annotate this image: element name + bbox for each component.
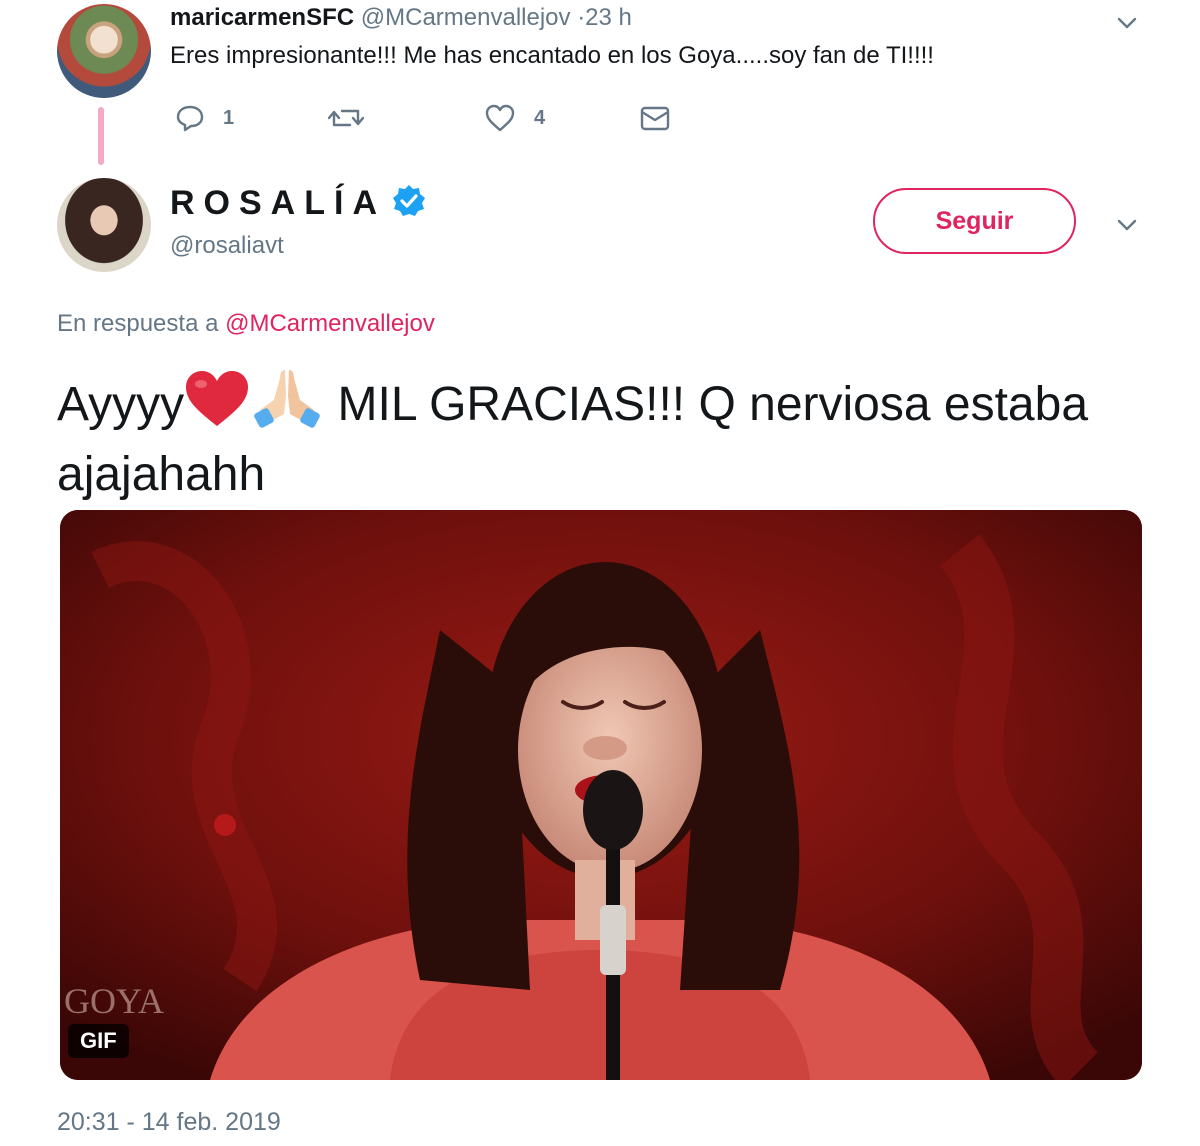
reply-header: maricarmenSFC @MCarmenvallejov ·23 h [170, 4, 632, 32]
tweet-text: Ayyyy MIL GRACIAS!!! Q nerviosa estaba a… [57, 366, 1137, 506]
gif-badge: GIF [68, 1024, 129, 1058]
folded-hands-icon [250, 366, 324, 444]
like-button[interactable]: 4 [484, 101, 545, 135]
author-handle[interactable]: @rosaliavt [170, 232, 284, 260]
retweet-button[interactable] [328, 101, 382, 135]
in-reply-to: En respuesta a @MCarmenvallejov [57, 310, 435, 338]
follow-button[interactable]: Seguir [873, 188, 1076, 254]
chevron-down-icon[interactable] [1116, 12, 1138, 34]
message-icon [640, 106, 670, 131]
reply-count: 1 [223, 106, 235, 129]
thread-connector-line [98, 107, 104, 165]
chevron-down-icon[interactable] [1116, 214, 1138, 236]
reply-author-handle[interactable]: @MCarmenvallejov [361, 4, 571, 31]
in-reply-handle-link[interactable]: @MCarmenvallejov [225, 310, 435, 337]
like-icon [485, 104, 515, 132]
reply-button[interactable]: 1 [175, 101, 234, 135]
reply-author-name[interactable]: maricarmenSFC [170, 4, 354, 31]
in-reply-prefix: En respuesta a [57, 310, 219, 337]
reply-timestamp[interactable]: ·23 h [577, 4, 632, 31]
retweet-icon [328, 109, 364, 127]
tweet-media-gif[interactable]: GOYA [60, 510, 1142, 1080]
gif-frame-image: GOYA [60, 510, 1142, 1080]
reply-text: Eres impresionante!!! Me has encantado e… [170, 42, 934, 69]
reply-author-avatar[interactable] [57, 4, 151, 98]
tweet-text-part1: Ayyyy [57, 378, 185, 431]
author-name[interactable]: ROSALÍA [170, 184, 386, 223]
goya-watermark: GOYA [64, 981, 164, 1021]
author-avatar[interactable] [57, 178, 151, 272]
red-heart-icon [184, 370, 250, 444]
like-count: 4 [534, 106, 546, 129]
tweet-timestamp[interactable]: 20:31 - 14 feb. 2019 [57, 1108, 281, 1137]
direct-message-button[interactable] [639, 101, 671, 135]
reply-icon [176, 105, 204, 132]
verified-badge-icon [392, 184, 426, 218]
